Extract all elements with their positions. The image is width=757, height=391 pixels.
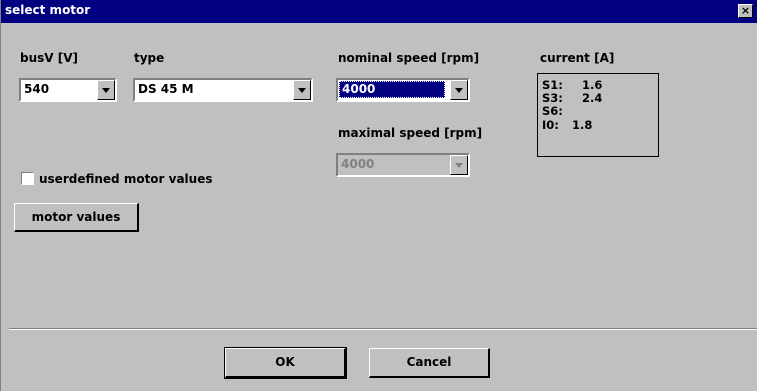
s6-label: S6:	[542, 104, 563, 118]
busv-label: busV [V]	[20, 51, 78, 65]
chevron-down-icon[interactable]	[97, 80, 115, 100]
current-box: S1: 1.6 S3: 2.4 S6: I0: 1.8	[537, 73, 659, 157]
type-label: type	[134, 51, 165, 65]
nominal-speed-value: 4000	[339, 81, 445, 98]
s3-label: S3:	[542, 91, 563, 105]
chevron-down-icon[interactable]	[450, 80, 468, 100]
chevron-down-icon	[450, 155, 468, 175]
nominal-speed-select[interactable]: 4000	[336, 78, 470, 102]
s1-label: S1:	[542, 78, 563, 92]
s3-value: 2.4	[582, 91, 603, 105]
cancel-label: Cancel	[406, 355, 452, 369]
maximal-speed-value: 4000	[341, 157, 375, 171]
separator-highlight	[9, 329, 757, 330]
close-button[interactable]: ×	[738, 4, 753, 18]
i0-value: 1.8	[572, 118, 593, 132]
userdefined-checkbox[interactable]	[21, 172, 34, 185]
cancel-button[interactable]: Cancel	[369, 348, 490, 378]
nominal-speed-label: nominal speed [rpm]	[338, 51, 480, 65]
busv-value: 540	[24, 82, 50, 96]
title-bar[interactable]: select motor ×	[1, 0, 757, 23]
motor-values-label: motor values	[31, 210, 121, 224]
type-select[interactable]: DS 45 M	[133, 78, 313, 102]
s1-value: 1.6	[582, 78, 603, 92]
maximal-speed-label: maximal speed [rpm]	[338, 126, 483, 140]
ok-label: OK	[275, 355, 295, 369]
ok-button[interactable]: OK	[224, 347, 347, 379]
window-title: select motor	[5, 3, 91, 17]
busv-select[interactable]: 540	[19, 78, 117, 102]
close-icon: ×	[740, 4, 751, 17]
current-label: current [A]	[540, 51, 615, 65]
maximal-speed-select: 4000	[336, 153, 470, 177]
chevron-down-icon[interactable]	[293, 80, 311, 100]
userdefined-label[interactable]: userdefined motor values	[39, 172, 213, 186]
i0-label: I0:	[542, 118, 559, 132]
type-value: DS 45 M	[138, 82, 194, 96]
motor-values-button[interactable]: motor values	[14, 203, 139, 232]
select-motor-dialog: select motor × busV [V] 540 type DS 45 M…	[0, 0, 757, 391]
